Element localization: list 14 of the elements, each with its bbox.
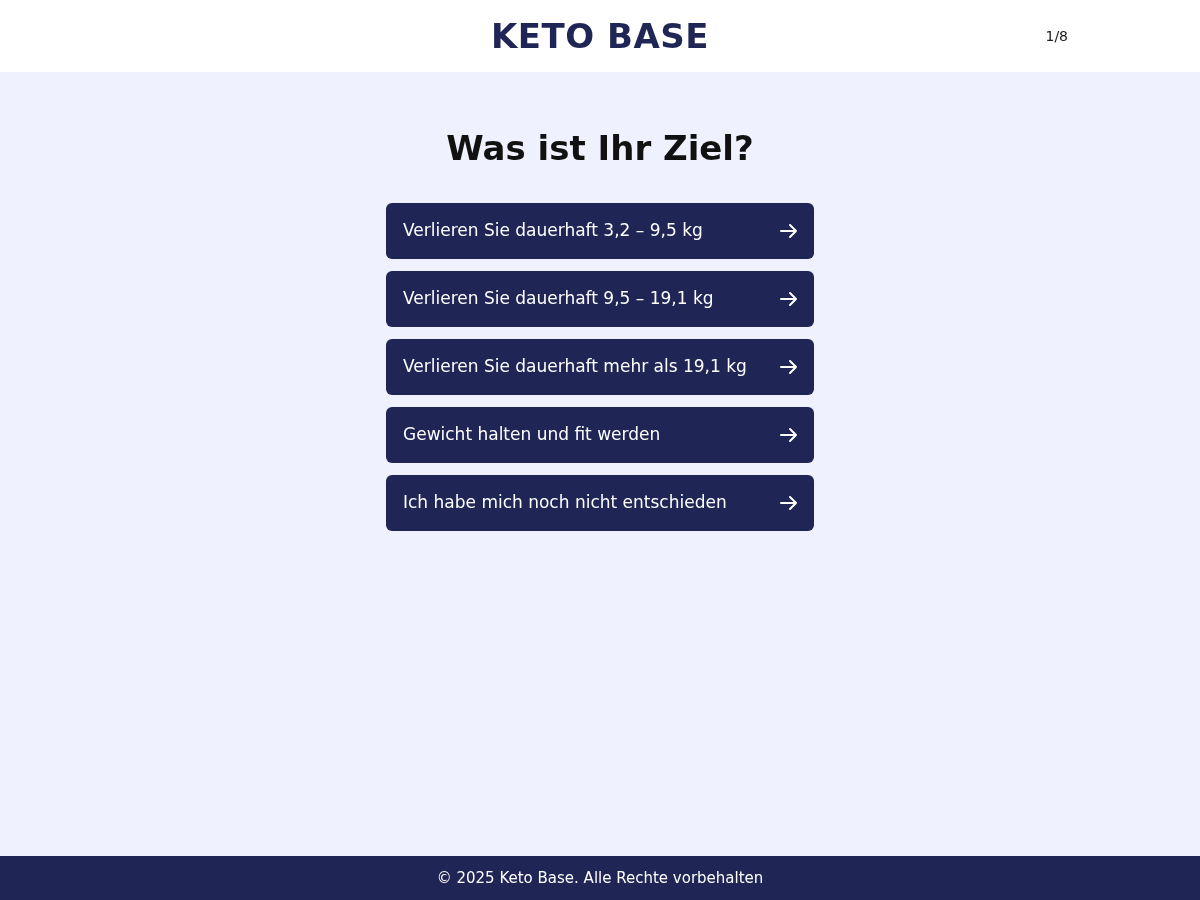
- step-counter: 1/8: [1045, 27, 1068, 46]
- arrow-right-icon: [780, 222, 798, 239]
- answer-option[interactable]: Verlieren Sie dauerhaft 3,2 – 9,5 kg: [386, 202, 814, 259]
- copyright-text: © 2025 Keto Base. Alle Rechte vorbehalten: [436, 867, 764, 889]
- answer-option[interactable]: Verlieren Sie dauerhaft mehr als 19,1 kg: [386, 338, 814, 395]
- answer-option[interactable]: Gewicht halten und fit werden: [386, 406, 814, 463]
- answer-option[interactable]: Verlieren Sie dauerhaft 9,5 – 19,1 kg: [386, 270, 814, 327]
- arrow-right-icon: [780, 426, 798, 443]
- question-title: Was ist Ihr Ziel?: [446, 128, 754, 169]
- arrow-right-icon: [780, 494, 798, 511]
- logo: KETO BASE: [491, 14, 709, 58]
- arrow-right-icon: [780, 358, 798, 375]
- answer-option[interactable]: Ich habe mich noch nicht entschieden: [386, 474, 814, 531]
- arrow-right-icon: [780, 290, 798, 307]
